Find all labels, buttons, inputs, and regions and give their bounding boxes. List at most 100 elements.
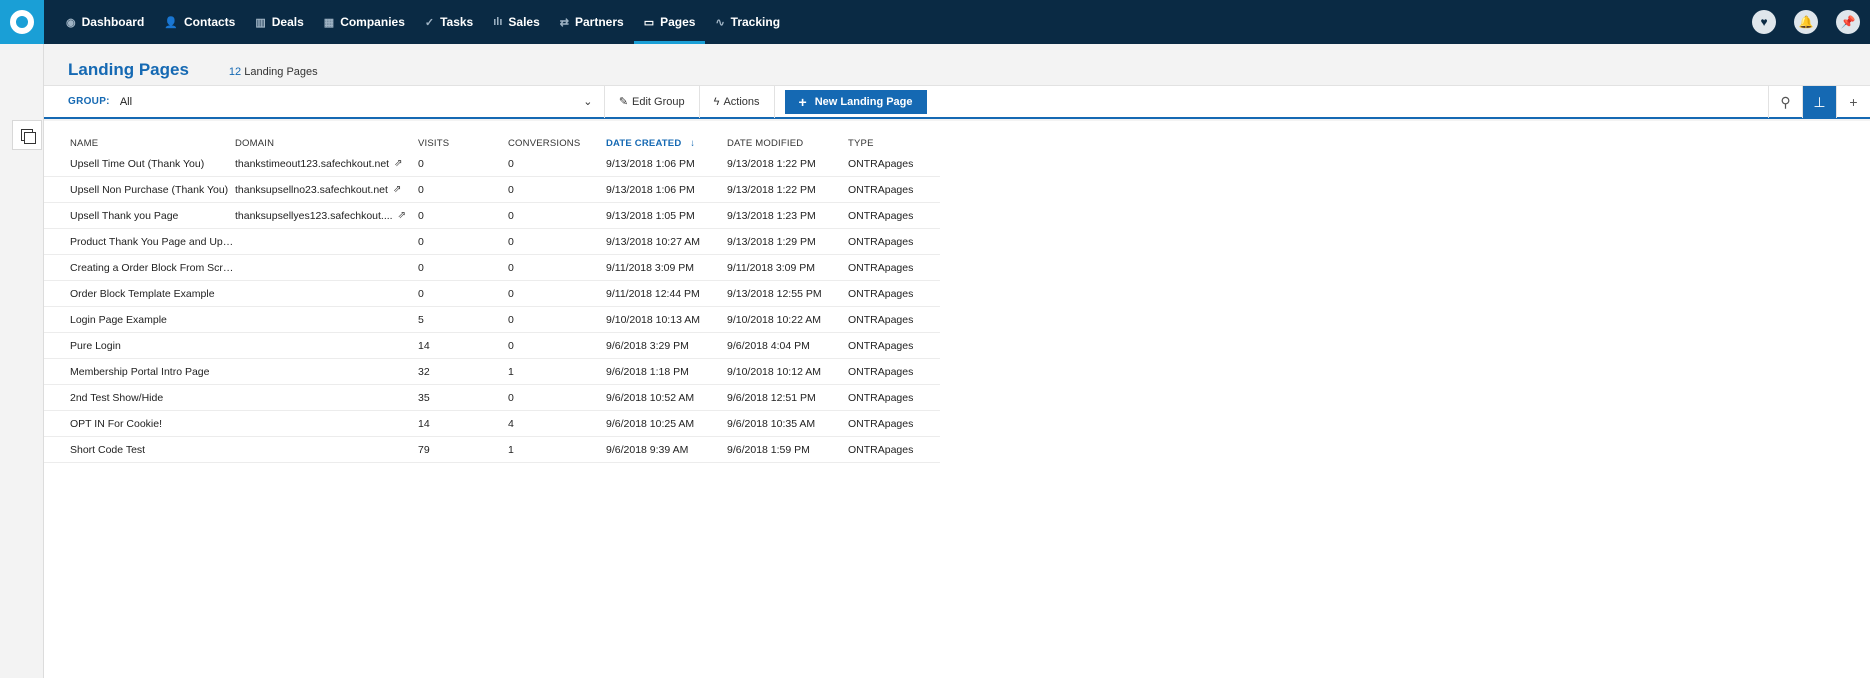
cell-name: Upsell Time Out (Thank You) [70, 157, 205, 170]
pin-icon: ⊥ [1813, 93, 1826, 110]
nav-item-deals[interactable]: ▥ Deals [245, 0, 313, 44]
cell-date-modified: 9/6/2018 10:35 AM [727, 417, 816, 430]
left-rail [0, 44, 44, 678]
external-link-icon[interactable]: ⇗ [394, 158, 402, 169]
cell-visits: 0 [418, 157, 424, 170]
cell-visits: 14 [418, 339, 430, 352]
cell-date-modified: 9/10/2018 10:22 AM [727, 313, 821, 326]
cell-conversions: 0 [508, 287, 514, 300]
table-row[interactable]: Upsell Thank you Page thanksupsellyes123.… [44, 203, 940, 229]
cell-domain[interactable]: thanksupsellno23.safechkout.net ⇗ [235, 184, 418, 196]
landing-pages-table: NAME DOMAIN VISITS CONVERSIONS DATE CREA… [44, 135, 940, 463]
cell-date-created: 9/10/2018 10:13 AM [606, 313, 700, 326]
column-header-type[interactable]: TYPE [848, 138, 938, 149]
cell-visits: 14 [418, 417, 430, 430]
plus-icon: + [1849, 94, 1858, 110]
toolbar: GROUP: All ⌄ ✎ Edit Group ϟ Actions + Ne… [44, 85, 1870, 119]
table-row[interactable]: Upsell Time Out (Thank You) thankstimeout… [44, 151, 940, 177]
column-header-name[interactable]: NAME [44, 138, 235, 149]
cell-type: ONTRApages [848, 261, 914, 274]
cell-date-modified: 9/10/2018 10:12 AM [727, 365, 821, 378]
heart-button[interactable]: ♥ [1752, 10, 1776, 34]
heart-icon: ♥ [1760, 15, 1768, 29]
nav-right-actions: ♥ 🔔 📌 [1752, 0, 1860, 44]
nav-item-dashboard[interactable]: ◉ Dashboard [56, 0, 154, 44]
edit-group-label: Edit Group [632, 95, 685, 108]
cell-name: Order Block Template Example [70, 287, 215, 300]
cell-type: ONTRApages [848, 209, 914, 222]
cell-domain[interactable]: thankstimeout123.safechkout.net ⇗ [235, 158, 418, 170]
nav-item-partners[interactable]: ⇄ Partners [550, 0, 634, 44]
record-count-number: 12 [228, 66, 242, 78]
nav-item-companies[interactable]: ▦ Companies [314, 0, 415, 44]
external-link-icon[interactable]: ⇗ [393, 184, 401, 195]
cell-date-created: 9/6/2018 1:18 PM [606, 365, 689, 378]
cell-visits: 5 [418, 313, 424, 326]
cell-visits: 32 [418, 365, 430, 378]
nav-item-label: Tasks [440, 15, 474, 29]
bell-button[interactable]: 🔔 [1794, 10, 1818, 34]
bar-chart-icon: ılı [493, 16, 503, 28]
new-landing-page-label: New Landing Page [814, 95, 913, 108]
cell-conversions: 0 [508, 261, 514, 274]
cell-conversions: 1 [508, 365, 514, 378]
new-landing-page-button[interactable]: + New Landing Page [784, 89, 927, 114]
actions-button[interactable]: ϟ Actions [698, 85, 775, 118]
table-row[interactable]: Pure Login 14 0 9/6/2018 3:29 PM 9/6/2018 4:… [44, 333, 940, 359]
companies-icon: ▦ [323, 16, 335, 29]
cell-type: ONTRApages [848, 339, 914, 352]
nav-item-label: Sales [508, 15, 540, 29]
chevron-down-icon[interactable]: ⌄ [580, 95, 596, 108]
nav-item-tracking[interactable]: ∿ Tracking [705, 0, 790, 44]
table-row[interactable]: Short Code Test 79 1 9/6/2018 9:39 AM 9/6/20… [44, 437, 940, 463]
cell-visits: 0 [418, 235, 424, 248]
cell-type: ONTRApages [848, 183, 914, 196]
cell-name: Short Code Test [70, 443, 146, 456]
search-icon: ⚲ [1780, 93, 1791, 110]
cell-domain[interactable]: thanksupsellyes123.safechkout.... ⇗ [235, 210, 418, 222]
table-row[interactable]: Membership Portal Intro Page 32 1 9/6/2018 … [44, 359, 940, 385]
cell-type: ONTRApages [848, 313, 914, 326]
column-header-date-created[interactable]: DATE CREATED ↓ [606, 138, 727, 149]
table-row[interactable]: Login Page Example 5 0 9/10/2018 10:13 AM 9/… [44, 307, 940, 333]
nav-item-contacts[interactable]: 👤 Contacts [154, 0, 245, 44]
plus-icon: + [798, 93, 807, 110]
cell-date-created: 9/11/2018 12:44 PM [606, 287, 700, 300]
table-row[interactable]: 2nd Test Show/Hide 35 0 9/6/2018 10:52 AM 9/… [44, 385, 940, 411]
table-body: Upsell Time Out (Thank You) thankstimeout… [44, 151, 940, 463]
table-row[interactable]: Upsell Non Purchase (Thank You) thanksups… [44, 177, 940, 203]
table-row[interactable]: Order Block Template Example 0 0 9/11/2018 … [44, 281, 940, 307]
cell-visits: 79 [418, 443, 430, 456]
nav-item-label: Partners [574, 15, 624, 29]
edit-group-button[interactable]: ✎ Edit Group [603, 85, 699, 118]
cell-name: Upsell Thank you Page [70, 209, 179, 222]
column-header-date-modified[interactable]: DATE MODIFIED [727, 138, 848, 149]
search-button[interactable]: ⚲ [1768, 86, 1802, 118]
table-row[interactable]: Product Thank You Page and Ups... 0 0 9/13/… [44, 229, 940, 255]
column-header-conversions[interactable]: CONVERSIONS [508, 138, 606, 149]
cell-conversions: 0 [508, 313, 514, 326]
app-logo[interactable] [0, 0, 44, 44]
nav-item-label: Dashboard [81, 15, 145, 29]
nav-item-tasks[interactable]: ✓ Tasks [415, 0, 483, 44]
column-header-domain[interactable]: DOMAIN [235, 138, 418, 149]
sort-arrow-icon: ↓ [690, 137, 696, 149]
table-row[interactable]: OPT IN For Cookie! 14 4 9/6/2018 10:25 AM 9/… [44, 411, 940, 437]
cell-type: ONTRApages [848, 417, 914, 430]
cell-name: Creating a Order Block From Scrat... [70, 261, 235, 274]
pin-button[interactable]: 📌 [1836, 10, 1860, 34]
cell-visits: 0 [418, 183, 424, 196]
add-button[interactable]: + [1836, 86, 1870, 118]
column-header-visits[interactable]: VISITS [418, 138, 508, 149]
nav-item-sales[interactable]: ılı Sales [483, 0, 550, 44]
nav-item-pages[interactable]: ▭ Pages [633, 0, 706, 44]
cell-date-created: 9/6/2018 10:52 AM [606, 391, 695, 404]
nav-menu: ◉ Dashboard 👤 Contacts ▥ Deals ▦ Companies ✓ Task… [56, 0, 790, 44]
external-link-icon[interactable]: ⇗ [398, 210, 406, 221]
record-count: 12 Landing Pages [229, 66, 318, 78]
group-select[interactable]: All [120, 96, 580, 108]
pin-toggle-button[interactable]: ⊥ [1802, 86, 1836, 118]
table-row[interactable]: Creating a Order Block From Scrat... 0 0 9/… [44, 255, 940, 281]
copy-panel-button[interactable] [12, 120, 42, 150]
cell-date-modified: 9/13/2018 12:55 PM [727, 287, 822, 300]
